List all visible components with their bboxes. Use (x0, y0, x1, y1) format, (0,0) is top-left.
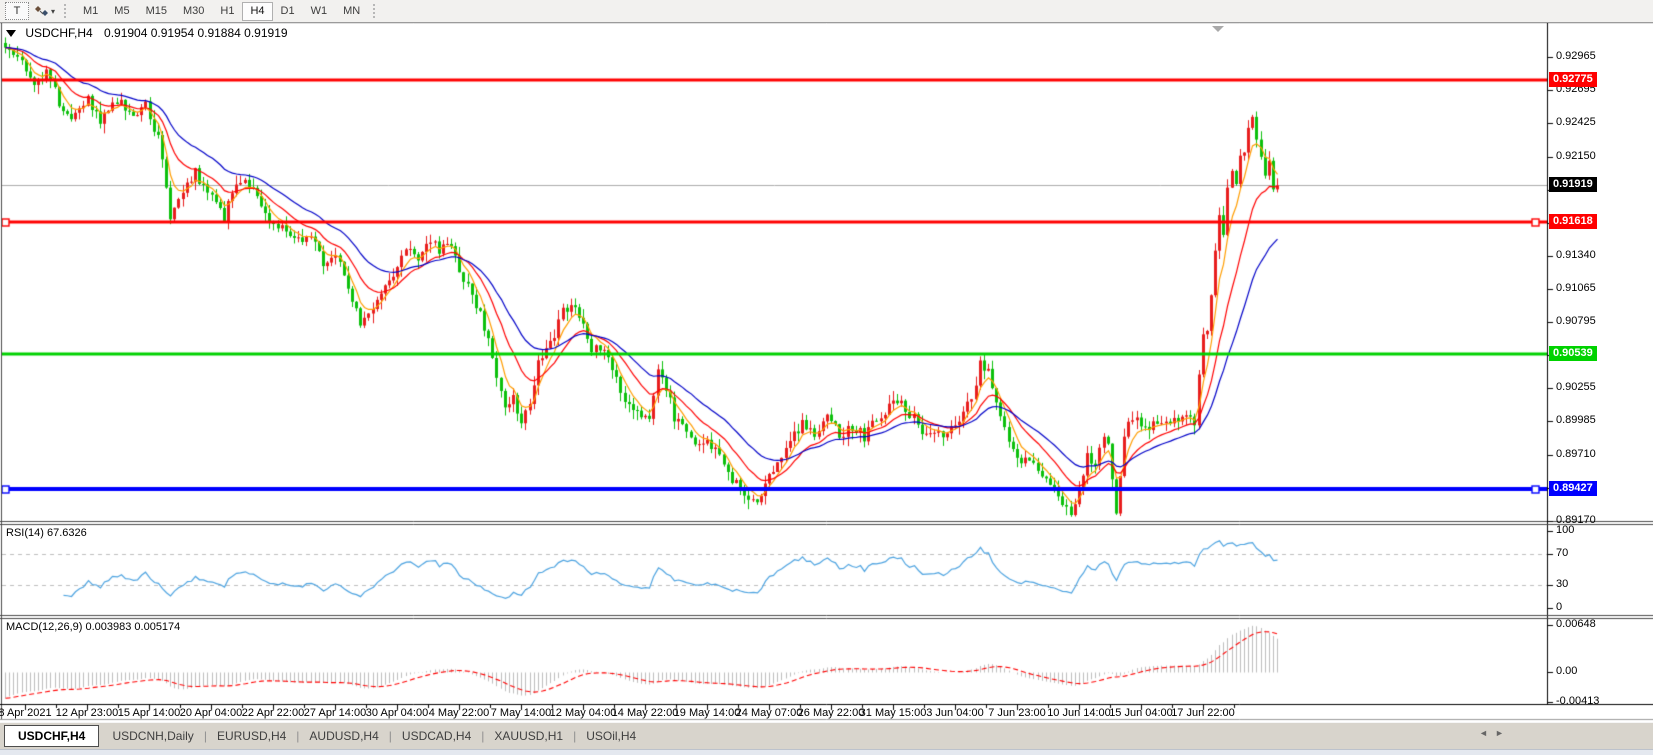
chart-tab-audusd-h4[interactable]: AUDUSD,H4 (299, 726, 388, 746)
macd-tick-label: 0.00648 (1556, 618, 1596, 631)
time-axis-label: 12 May 04:00 (549, 707, 617, 719)
price-tick-label: 0.92965 (1556, 50, 1596, 62)
time-axis-label: 4 May 22:00 (428, 707, 490, 719)
chart-tab-eurusd-h4[interactable]: EURUSD,H4 (207, 726, 296, 746)
timeframe-button-h1[interactable]: H1 (212, 2, 242, 21)
toolbar-grip (64, 4, 70, 18)
time-axis-label: 15 Jun 04:00 (1109, 707, 1173, 719)
time-axis-label: 19 May 14:00 (673, 707, 741, 719)
macd-indicator-label: MACD(12,26,9) 0.003983 0.005174 (6, 621, 181, 633)
price-tick-label: 0.91065 (1556, 282, 1596, 295)
price-tick-label: 0.90255 (1556, 381, 1596, 394)
time-axis-label: 20 Apr 04:00 (179, 707, 243, 719)
price-badge: 0.90539 (1549, 345, 1597, 361)
rsi-tick-label: 100 (1556, 524, 1575, 536)
rsi-tick-label: 70 (1556, 547, 1569, 560)
arrows-icon (34, 5, 49, 17)
price-tick-label: 0.91340 (1556, 248, 1596, 261)
timeframe-button-d1[interactable]: D1 (273, 2, 303, 21)
chart-tab-xauusd-h1[interactable]: XAUUSD,H1 (484, 726, 573, 746)
toolbar: T ▾ M1 M5 M15 M30 H1 H4 D1 W1 MN (0, 0, 1653, 23)
time-axis-label: 8 Apr 2021 (0, 707, 52, 719)
status-bar (0, 749, 1653, 755)
chart-shift-marker-icon[interactable] (1212, 26, 1224, 32)
tab-scroll-left-icon[interactable]: ◄ (1479, 729, 1488, 738)
rsi-tick-label: 0 (1556, 601, 1563, 613)
rsi-indicator-label: RSI(14) 67.6326 (6, 527, 87, 539)
time-axis-label: 24 May 07:00 (735, 707, 803, 719)
chart-tab-bar: USDCHF,H4|USDCNH,Daily|EURUSD,H4|AUDUSD,… (0, 722, 1653, 749)
macd-tick-label: 0.00 (1556, 665, 1578, 677)
chart-tab-usdcad-h4[interactable]: USDCAD,H4 (392, 726, 481, 746)
time-axis-label: 17 Jun 22:00 (1171, 707, 1235, 719)
rsi-tick-label: 30 (1556, 577, 1569, 590)
timeframe-button-m15[interactable]: M15 (138, 2, 175, 21)
toolbar-grip-2 (373, 4, 379, 18)
time-axis-label: 31 May 15:00 (859, 707, 927, 719)
price-tick-label: 0.90795 (1556, 315, 1596, 328)
time-axis-label: 30 Apr 04:00 (365, 707, 429, 719)
one-click-trading-toggle-icon[interactable] (6, 30, 16, 37)
price-badge: 0.89427 (1549, 481, 1597, 497)
arrows-tool-button[interactable]: ▾ (31, 3, 58, 19)
time-axis-label: 7 May 14:00 (490, 707, 552, 719)
timeframe-button-mn[interactable]: MN (335, 2, 368, 21)
time-axis-label: 12 Apr 23:00 (55, 707, 119, 719)
time-axis-label: 7 Jun 23:00 (988, 707, 1046, 719)
time-axis-label: 14 May 22:00 (611, 707, 679, 719)
timeframe-button-m1[interactable]: M1 (75, 2, 106, 21)
timeframe-button-m30[interactable]: M30 (175, 2, 212, 21)
timeframe-button-w1[interactable]: W1 (303, 2, 336, 21)
price-badge: 0.91618 (1549, 213, 1597, 229)
chevron-down-icon: ▾ (51, 6, 56, 16)
chart-tab-usoil-h4[interactable]: USOil,H4 (576, 726, 646, 746)
price-tick-label: 0.92425 (1556, 116, 1596, 128)
timeframe-button-h4[interactable]: H4 (242, 1, 273, 21)
chart-title: USDCHF,H4 0.91904 0.91954 0.91884 0.9191… (6, 26, 288, 40)
chart-tab-usdchf-h4[interactable]: USDCHF,H4 (4, 725, 100, 747)
time-axis-label: 3 Jun 04:00 (926, 707, 984, 719)
chart-symbol-period: USDCHF,H4 (25, 26, 93, 40)
time-axis-label: 15 Apr 14:00 (117, 707, 181, 719)
price-tick-label: 0.92150 (1556, 149, 1596, 162)
timeframe-bar: M1 M5 M15 M30 H1 H4 D1 W1 MN (75, 1, 368, 21)
chart-ohlc-values: 0.91904 0.91954 0.91884 0.91919 (104, 26, 288, 40)
time-axis-label: 22 Apr 22:00 (241, 707, 305, 719)
price-badge: 0.92775 (1549, 72, 1597, 88)
mt4-window: T ▾ M1 M5 M15 M30 H1 H4 D1 W1 MN USDCHF,H4 0.919… (0, 0, 1653, 755)
timeframe-button-m5[interactable]: M5 (106, 2, 137, 21)
tab-scroll-right-icon[interactable]: ► (1495, 729, 1504, 738)
chart-canvas[interactable] (0, 0, 1653, 755)
price-tick-label: 0.89710 (1556, 447, 1596, 460)
macd-tick-label: -0.00413 (1556, 694, 1600, 707)
time-axis-label: 26 May 22:00 (797, 707, 865, 719)
price-tick-label: 0.89985 (1556, 414, 1596, 427)
chart-tab-usdcnh-daily[interactable]: USDCNH,Daily (102, 726, 203, 746)
text-tool-button[interactable]: T (5, 2, 29, 20)
time-axis-label: 27 Apr 14:00 (303, 707, 367, 719)
time-axis-label: 10 Jun 14:00 (1047, 707, 1111, 719)
price-badge: 0.91919 (1549, 176, 1597, 192)
